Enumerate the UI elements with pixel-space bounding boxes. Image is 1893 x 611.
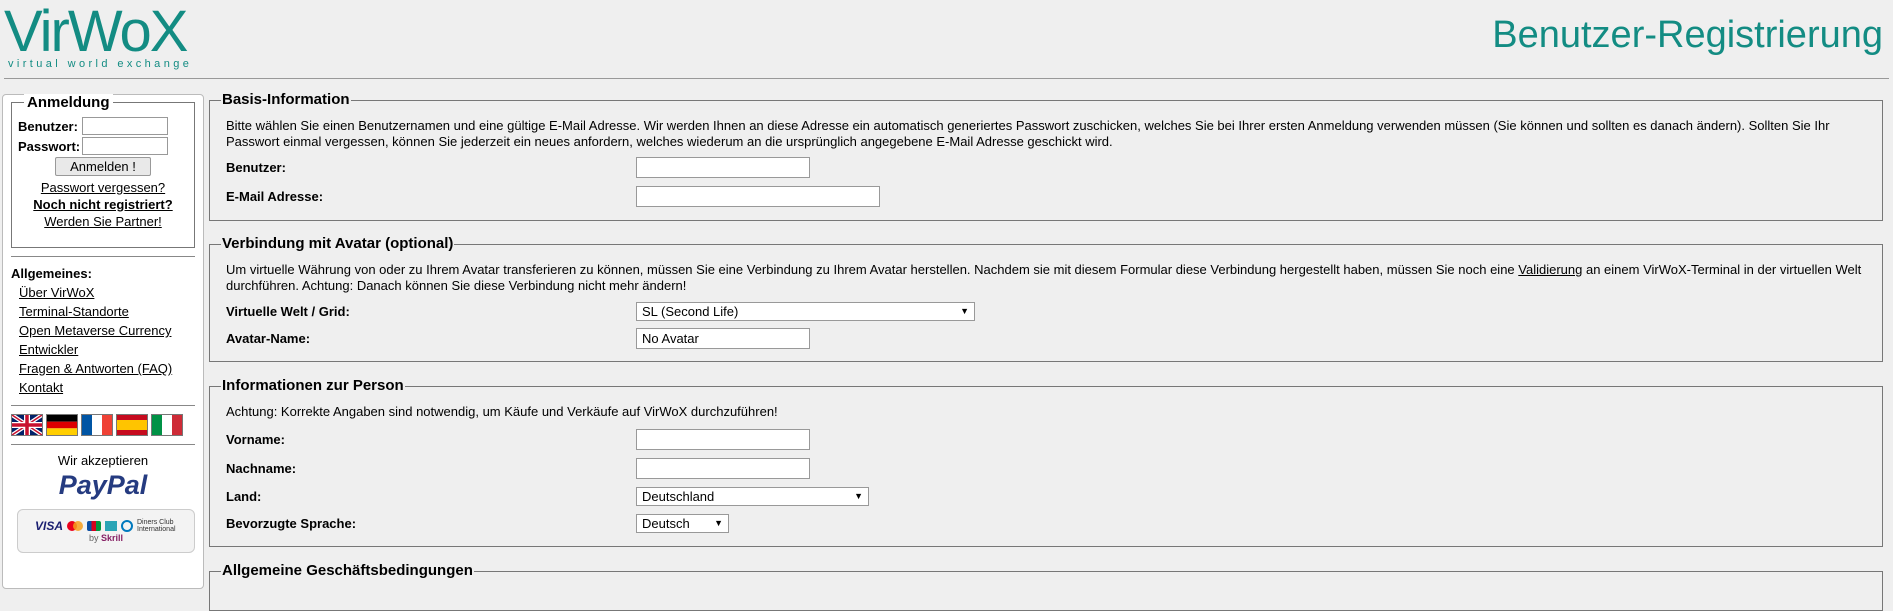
basis-fieldset: Basis-Information Bitte wählen Sie einen… xyxy=(209,91,1883,221)
avatar-description: Um virtuelle Währung von oder zu Ihrem A… xyxy=(226,262,1862,293)
sidebar-divider xyxy=(11,444,195,445)
it-flag-icon[interactable] xyxy=(151,414,183,436)
language-flags xyxy=(11,414,195,436)
person-description: Achtung: Korrekte Angaben sind notwendig… xyxy=(226,404,778,419)
terms-fieldset: Allgemeine Geschäftsbedingungen xyxy=(209,562,1883,611)
email-input[interactable] xyxy=(636,185,880,207)
uk-flag-icon[interactable] xyxy=(11,414,43,436)
header-divider xyxy=(4,78,1889,79)
terms-legend: Allgemeine Geschäftsbedingungen xyxy=(221,562,474,579)
avatar-fieldset: Verbindung mit Avatar (optional) Um virt… xyxy=(209,235,1883,362)
basis-email-row: E-Mail Adresse: xyxy=(226,185,1868,207)
sidebar-link-contact[interactable]: Kontakt xyxy=(19,378,203,397)
card-icon xyxy=(105,521,117,531)
last-name-input[interactable] xyxy=(636,457,810,479)
login-pass-label: Passwort: xyxy=(18,138,81,154)
sidebar-divider xyxy=(11,405,195,406)
become-partner-link[interactable]: Werden Sie Partner! xyxy=(44,214,162,229)
sidebar: Anmeldung Benutzer: Passwort: Anmelden !… xyxy=(2,94,204,589)
avatar-world-label: Virtuelle Welt / Grid: xyxy=(226,303,350,319)
mastercard-icon xyxy=(67,521,83,531)
person-legend: Informationen zur Person xyxy=(221,377,405,394)
person-fieldset: Informationen zur Person Achtung: Korrek… xyxy=(209,377,1883,547)
person-country-row: Land: Deutschland ▼ xyxy=(226,485,1868,507)
login-pass-row: Passwort: xyxy=(18,137,188,155)
sidebar-link-faq[interactable]: Fragen & Antworten (FAQ) xyxy=(19,359,203,378)
avatar-name-row: Avatar-Name: xyxy=(226,327,1868,349)
basis-user-label: Benutzer: xyxy=(226,159,286,175)
avatar-legend: Verbindung mit Avatar (optional) xyxy=(221,235,455,252)
logo-wordmark: VirWoX xyxy=(4,0,188,64)
avatar-name-label: Avatar-Name: xyxy=(226,330,311,346)
country-select[interactable]: Deutschland ▼ xyxy=(636,486,869,506)
logo-tagline: virtual world exchange xyxy=(8,58,193,70)
login-pass-input[interactable] xyxy=(82,137,168,155)
general-links: Über VirWoX Terminal-Standorte Open Meta… xyxy=(19,283,203,397)
fr-flag-icon[interactable] xyxy=(81,414,113,436)
last-name-label: Nachname: xyxy=(226,460,297,476)
basis-description: Bitte wählen Sie einen Benutzernamen und… xyxy=(226,118,1830,149)
paypal-logo: PayPal xyxy=(58,470,148,500)
login-user-input[interactable] xyxy=(82,117,168,135)
login-links: Passwort vergessen? Noch nicht registrie… xyxy=(18,179,188,230)
login-legend: Anmeldung xyxy=(24,94,113,111)
not-registered-link[interactable]: Noch nicht registriert? xyxy=(33,197,172,212)
language-select[interactable]: Deutsch ▼ xyxy=(636,513,729,533)
first-name-label: Vorname: xyxy=(226,431,285,447)
dropdown-arrow-icon: ▼ xyxy=(854,491,863,501)
person-first-row: Vorname: xyxy=(226,428,1868,450)
avatar-world-row: Virtuelle Welt / Grid: SL (Second Life) … xyxy=(226,300,1868,322)
person-lang-row: Bevorzugte Sprache: Deutsch ▼ xyxy=(226,512,1868,534)
diners-icon xyxy=(121,520,133,532)
jcb-icon xyxy=(87,521,101,531)
dropdown-arrow-icon: ▼ xyxy=(960,306,969,316)
login-box: Anmeldung Benutzer: Passwort: Anmelden !… xyxy=(11,94,195,248)
basis-email-label: E-Mail Adresse: xyxy=(226,188,324,204)
sidebar-link-developers[interactable]: Entwickler xyxy=(19,340,203,359)
first-name-input[interactable] xyxy=(636,428,810,450)
sidebar-link-terminals[interactable]: Terminal-Standorte xyxy=(19,302,203,321)
virwox-logo[interactable]: VirWoX virtual world exchange xyxy=(4,0,214,71)
login-user-row: Benutzer: xyxy=(18,117,188,135)
virtual-world-select[interactable]: SL (Second Life) ▼ xyxy=(636,301,975,321)
username-input[interactable] xyxy=(636,156,810,178)
language-label: Bevorzugte Sprache: xyxy=(226,515,357,531)
forgot-password-link[interactable]: Passwort vergessen? xyxy=(41,180,165,195)
basis-legend: Basis-Information xyxy=(221,91,351,108)
basis-user-row: Benutzer: xyxy=(226,156,1868,178)
validation-link[interactable]: Validierung xyxy=(1518,262,1582,277)
de-flag-icon[interactable] xyxy=(46,414,78,436)
diners-text: Diners Club International xyxy=(137,519,176,533)
dropdown-arrow-icon: ▼ xyxy=(714,518,723,528)
accept-label: Wir akzeptieren xyxy=(57,453,149,468)
sidebar-link-about[interactable]: Über VirWoX xyxy=(19,283,203,302)
country-label: Land: xyxy=(226,488,262,504)
page-title: Benutzer-Registrierung xyxy=(1492,14,1883,56)
login-user-label: Benutzer: xyxy=(18,118,78,134)
es-flag-icon[interactable] xyxy=(116,414,148,436)
payment-cards-logo: VISA Diners Club International by Skrill xyxy=(17,509,195,553)
avatar-name-input[interactable] xyxy=(636,327,810,349)
login-button[interactable]: Anmelden ! xyxy=(55,157,151,176)
sidebar-divider xyxy=(11,256,195,257)
person-last-row: Nachname: xyxy=(226,457,1868,479)
general-label: Allgemeines: xyxy=(11,266,92,281)
sidebar-link-omc[interactable]: Open Metaverse Currency xyxy=(19,321,203,340)
visa-logo: VISA xyxy=(34,519,63,533)
skrill-logo: by Skrill xyxy=(88,533,124,543)
